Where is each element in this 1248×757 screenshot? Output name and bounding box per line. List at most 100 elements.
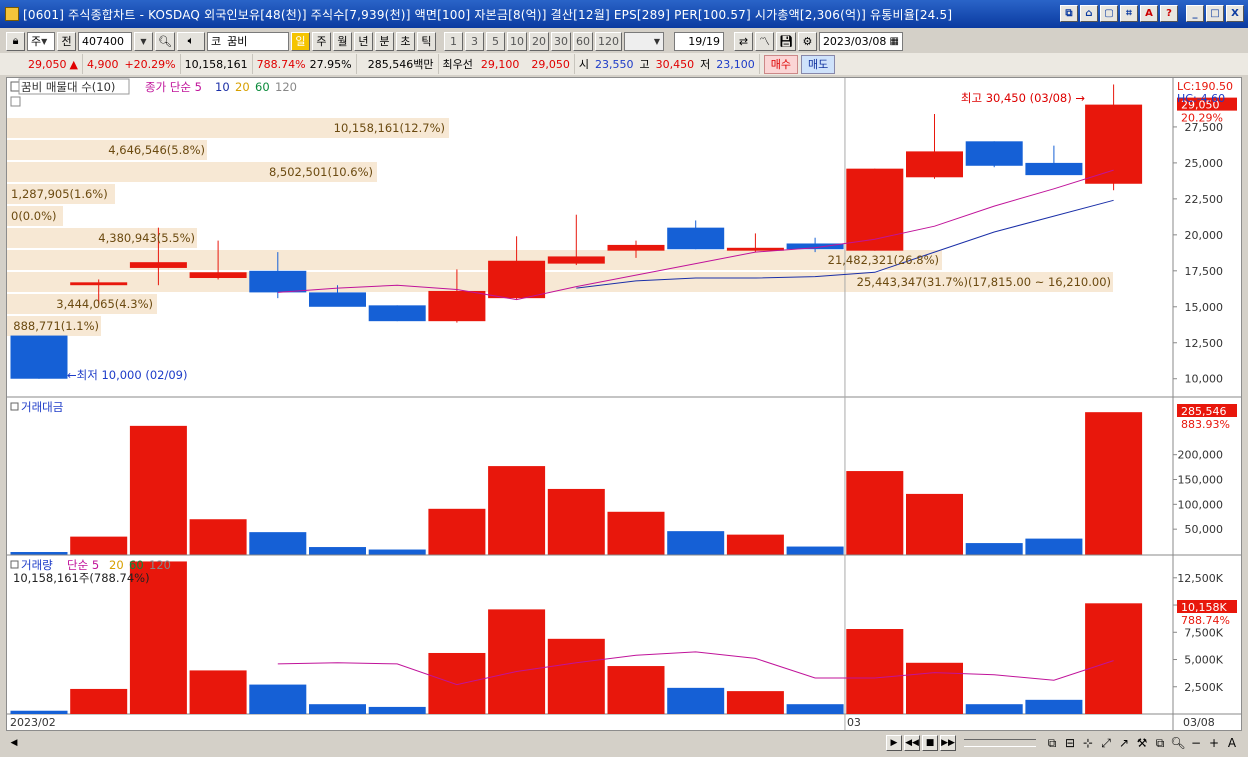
chart-type-icon[interactable]: 〽 bbox=[754, 31, 774, 51]
period-second-button[interactable]: 초 bbox=[395, 31, 415, 51]
chart-area[interactable]: 10,158,161(12.7%) 4,646,546(5.8%) 8,502,50… bbox=[6, 77, 1242, 731]
quote-volume: 10,158,161 bbox=[181, 54, 253, 74]
calendar-icon[interactable]: ▦ bbox=[889, 36, 898, 47]
interval-1-button[interactable]: 1 bbox=[443, 31, 463, 51]
date-input[interactable]: 2023/03/08 ▦ bbox=[818, 31, 903, 51]
copy-icon[interactable]: ⧉ bbox=[1152, 735, 1168, 751]
price-tick-label: 12,500 bbox=[1185, 337, 1224, 350]
price-tick-label: 10,000 bbox=[1185, 373, 1224, 386]
interval-10-button[interactable]: 10 bbox=[506, 31, 527, 51]
amount-bar bbox=[129, 425, 187, 555]
line-icon[interactable]: ↗ bbox=[1116, 735, 1132, 751]
volume-bar bbox=[1025, 699, 1083, 714]
interval-20-button[interactable]: 20 bbox=[528, 31, 549, 51]
interval-120-button[interactable]: 120 bbox=[594, 31, 622, 51]
volume-legend-ma-period: 60 bbox=[129, 558, 144, 572]
zoom-out-icon[interactable]: − bbox=[1188, 735, 1204, 751]
zoom-in-icon[interactable]: + bbox=[1206, 735, 1222, 751]
gear-icon[interactable]: ⚙ bbox=[797, 31, 817, 51]
scroll-left-icon[interactable]: ◀ bbox=[6, 735, 22, 751]
stock-selector[interactable]: 코 꿈비 bbox=[206, 31, 289, 51]
period-day-button[interactable]: 일 bbox=[290, 31, 310, 51]
candle-body bbox=[906, 151, 963, 178]
font-icon[interactable]: A bbox=[1140, 5, 1158, 22]
interval-5-button[interactable]: 5 bbox=[485, 31, 505, 51]
up-arrow-icon: ▲ bbox=[69, 57, 78, 71]
volume-bar bbox=[10, 710, 68, 714]
volume-bar bbox=[726, 691, 784, 714]
code-value: 407400 bbox=[82, 34, 124, 48]
speaker-icon[interactable]: 🔈︎ bbox=[176, 31, 205, 51]
amount-current-pct: 883.93% bbox=[1181, 418, 1230, 431]
count-input[interactable]: 19 /19 bbox=[673, 31, 724, 51]
price-legend-ma-period: 20 bbox=[235, 80, 250, 94]
save-icon[interactable]: 💾︎ bbox=[775, 31, 796, 51]
sell-button[interactable]: 매도 bbox=[801, 54, 836, 74]
rewind-icon[interactable]: ◀◀ bbox=[904, 735, 920, 751]
candle-body bbox=[1025, 162, 1083, 176]
prev-button[interactable]: 전 bbox=[57, 31, 76, 51]
candle-body bbox=[965, 141, 1023, 166]
amount-current-value: 285,546 bbox=[1181, 405, 1227, 418]
period-year-button[interactable]: 년 bbox=[353, 31, 373, 51]
volume-current-pct: 788.74% bbox=[1181, 614, 1230, 627]
fit-icon[interactable]: ⤢ bbox=[1098, 735, 1114, 751]
code-dropdown-icon[interactable]: ▼ bbox=[134, 31, 153, 51]
period-tick-button[interactable]: 틱 bbox=[416, 31, 436, 51]
close-button[interactable]: X bbox=[1226, 5, 1244, 22]
play-icon[interactable]: ▶ bbox=[886, 735, 902, 751]
volume-bar bbox=[786, 704, 844, 714]
grid-icon[interactable]: ⌗ bbox=[1120, 5, 1138, 22]
zoom-icon[interactable]: 🔍︎ bbox=[1170, 735, 1186, 751]
candle-body bbox=[786, 243, 844, 250]
chart-canvas[interactable]: 10,158,161(12.7%) 4,646,546(5.8%) 8,502,50… bbox=[7, 78, 1241, 730]
high-label: 고 bbox=[639, 58, 650, 71]
period-type-select[interactable]: 주 ▼ bbox=[27, 31, 55, 51]
zoom-slider[interactable] bbox=[964, 739, 1036, 747]
split-icon[interactable]: ⊟ bbox=[1062, 735, 1078, 751]
volume-bar bbox=[428, 652, 486, 714]
price-current-pct: 20.29% bbox=[1181, 112, 1223, 125]
tools-icon[interactable]: ⚒ bbox=[1134, 735, 1150, 751]
interval-60-button[interactable]: 60 bbox=[572, 31, 593, 51]
fast-forward-icon[interactable]: ▶▶ bbox=[940, 735, 956, 751]
link-icon[interactable]: ⧉ bbox=[1060, 5, 1078, 22]
volume-legend-ma-period: 20 bbox=[109, 558, 124, 572]
candle-body bbox=[428, 290, 486, 322]
window-icon[interactable]: ▢ bbox=[1100, 5, 1118, 22]
period-minute-button[interactable]: 분 bbox=[374, 31, 394, 51]
font-size-icon[interactable]: A bbox=[1224, 735, 1240, 751]
minimize-button[interactable]: _ bbox=[1186, 5, 1204, 22]
amount-bar bbox=[70, 536, 128, 555]
price-change-pct: +20.29% bbox=[124, 57, 176, 71]
pointer-icon[interactable]: ⇄ bbox=[733, 31, 753, 51]
stop-icon[interactable]: ■ bbox=[922, 735, 938, 751]
period-month-button[interactable]: 월 bbox=[332, 31, 352, 51]
help-icon[interactable]: ? bbox=[1160, 5, 1178, 22]
search-icon[interactable]: 🔍︎ bbox=[155, 31, 175, 51]
app-icon bbox=[5, 7, 19, 21]
open-label: 시 bbox=[578, 58, 590, 71]
code-input[interactable]: 407400 bbox=[78, 31, 132, 51]
buy-button[interactable]: 매수 bbox=[763, 54, 799, 74]
candle-body bbox=[667, 227, 725, 250]
volume-sub-label: 10,158,161주(788.74%) bbox=[13, 571, 150, 585]
count-total: /19 bbox=[702, 34, 720, 48]
interval-3-button[interactable]: 3 bbox=[464, 31, 484, 51]
home-icon[interactable]: ⌂ bbox=[1080, 5, 1098, 22]
volume-bar bbox=[906, 662, 963, 714]
volume-profile-label: 21,482,321(26.8%) bbox=[828, 253, 939, 267]
best-bid-1: 29,100 bbox=[480, 57, 520, 71]
interval-30-button[interactable]: 30 bbox=[550, 31, 571, 51]
interval-custom-select[interactable]: ▼ bbox=[623, 31, 664, 51]
candle-body bbox=[309, 292, 366, 307]
candle-body bbox=[249, 270, 307, 293]
current-price: 29,050 bbox=[28, 57, 67, 71]
period-week-button[interactable]: 주 bbox=[311, 31, 331, 51]
maximize-button[interactable]: □ bbox=[1206, 5, 1224, 22]
price-tick-label: 15,000 bbox=[1185, 301, 1224, 314]
layout-icon[interactable]: ⧉ bbox=[1044, 735, 1060, 751]
crosshair-icon[interactable]: ⊹ bbox=[1080, 735, 1096, 751]
candle-body bbox=[10, 335, 68, 379]
lock-icon[interactable]: 🔒︎ bbox=[6, 31, 25, 51]
